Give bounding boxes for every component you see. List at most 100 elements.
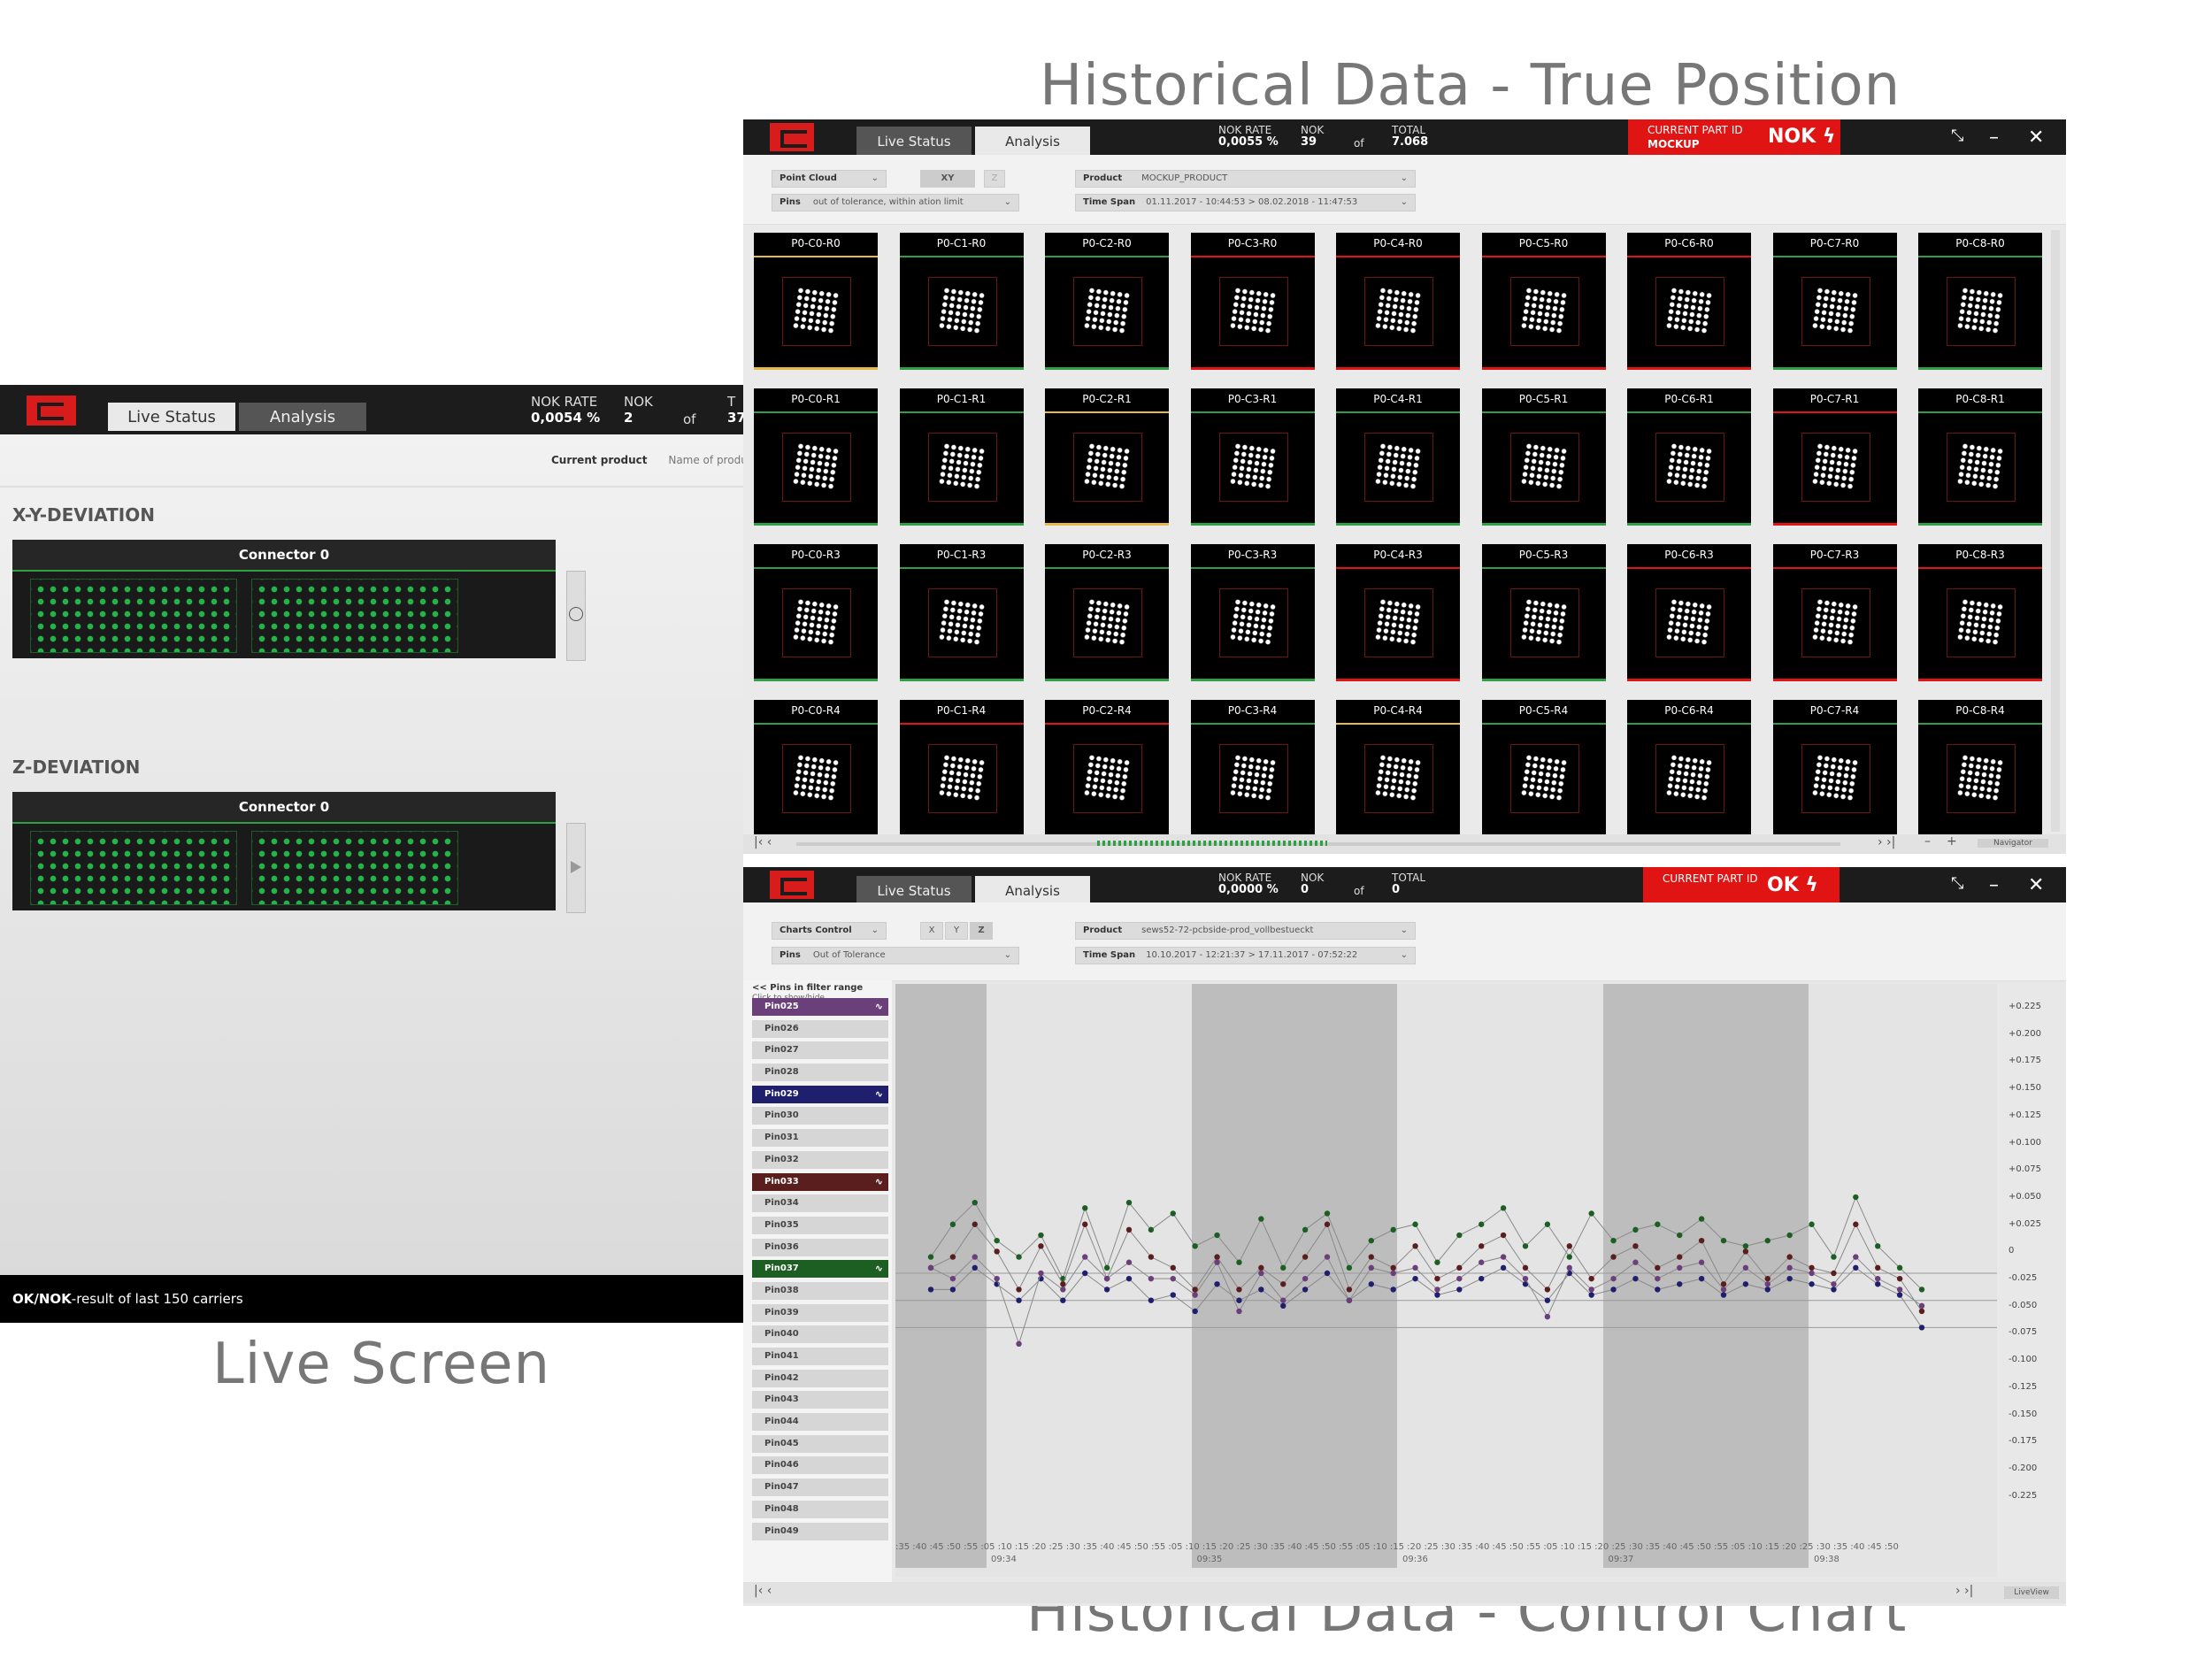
data-point[interactable]	[1412, 1264, 1418, 1271]
data-point[interactable]	[1192, 1243, 1198, 1249]
data-point[interactable]	[1324, 1270, 1331, 1277]
data-point[interactable]	[1632, 1243, 1639, 1249]
pin-item[interactable]: Pin033	[752, 1172, 888, 1191]
data-point[interactable]	[1324, 1221, 1331, 1227]
data-point[interactable]	[1148, 1275, 1155, 1282]
data-point[interactable]	[1544, 1313, 1551, 1320]
data-point[interactable]	[1302, 1254, 1309, 1260]
z-connector-panel[interactable]: Connector 0	[12, 792, 556, 910]
data-point[interactable]	[1434, 1292, 1440, 1298]
pin-item[interactable]: Pin039	[752, 1303, 888, 1322]
data-point[interactable]	[972, 1264, 978, 1271]
data-point[interactable]	[1390, 1226, 1396, 1233]
data-point[interactable]	[1896, 1292, 1903, 1298]
point-cloud-cell[interactable]: P0-C3-R3	[1190, 544, 1315, 681]
xy-connector-panel[interactable]: Connector 0	[12, 540, 556, 658]
data-point[interactable]	[1831, 1270, 1837, 1277]
data-point[interactable]	[1082, 1221, 1088, 1227]
pin-item[interactable]: Pin044	[752, 1413, 888, 1432]
data-point[interactable]	[1170, 1264, 1176, 1271]
point-cloud-cell[interactable]: P0-C0-R0	[754, 233, 878, 370]
data-point[interactable]	[1853, 1264, 1859, 1271]
data-point[interactable]	[1655, 1264, 1661, 1271]
point-cloud-cell[interactable]: P0-C4-R0	[1336, 233, 1460, 370]
point-cloud-cell[interactable]: P0-C2-R3	[1045, 544, 1169, 681]
data-point[interactable]	[1368, 1281, 1374, 1287]
point-cloud-cell[interactable]: P0-C6-R3	[1627, 544, 1751, 681]
data-point[interactable]	[1809, 1270, 1815, 1277]
tab-live-status[interactable]: Live Status	[856, 127, 972, 155]
data-point[interactable]	[1764, 1275, 1770, 1282]
data-point[interactable]	[1456, 1264, 1463, 1271]
data-point[interactable]	[1368, 1264, 1374, 1271]
xy-side-handle[interactable]	[566, 571, 586, 661]
data-point[interactable]	[1566, 1243, 1572, 1249]
data-point[interactable]	[1060, 1297, 1066, 1303]
point-cloud-cell[interactable]: P0-C5-R0	[1481, 233, 1606, 370]
data-point[interactable]	[1125, 1259, 1133, 1265]
data-point[interactable]	[1060, 1286, 1066, 1293]
last-page-icon[interactable]: › ›|	[1878, 835, 1895, 849]
data-point[interactable]	[1302, 1286, 1309, 1293]
pin-item[interactable]: Pin045	[752, 1434, 888, 1453]
data-point[interactable]	[1214, 1254, 1220, 1260]
compress-icon[interactable]: ⤡	[1951, 127, 1963, 145]
pin-item[interactable]: Pin027	[752, 1041, 888, 1060]
data-point[interactable]	[1148, 1226, 1155, 1233]
data-point[interactable]	[1148, 1254, 1155, 1260]
z-side-handle[interactable]	[566, 823, 586, 913]
data-point[interactable]	[1655, 1221, 1661, 1227]
data-point[interactable]	[1896, 1264, 1903, 1271]
point-cloud-cell[interactable]: P0-C8-R3	[1918, 544, 2042, 681]
pin-item[interactable]: Pin046	[752, 1456, 888, 1475]
navigator-toggle[interactable]: Navigator	[1978, 839, 2048, 848]
zoom-in-icon[interactable]: +	[1947, 834, 1957, 849]
data-point[interactable]	[1236, 1308, 1242, 1315]
data-point[interactable]	[1742, 1248, 1749, 1255]
data-point[interactable]	[1566, 1254, 1572, 1260]
data-point[interactable]	[1103, 1286, 1110, 1293]
point-cloud-cell[interactable]: P0-C8-R0	[1918, 233, 2042, 370]
grid-scrollbar[interactable]	[2051, 230, 2060, 832]
data-point[interactable]	[1434, 1286, 1440, 1293]
pin-item[interactable]: Pin048	[752, 1500, 888, 1518]
pin-item[interactable]: Pin042	[752, 1369, 888, 1387]
data-point[interactable]	[1896, 1286, 1903, 1293]
data-point[interactable]	[1655, 1286, 1661, 1293]
data-point[interactable]	[1720, 1286, 1727, 1293]
point-cloud-cell[interactable]: P0-C6-R0	[1627, 233, 1751, 370]
data-point[interactable]	[1831, 1254, 1837, 1260]
data-point[interactable]	[1258, 1264, 1264, 1271]
point-cloud-cell[interactable]: P0-C0-R4	[754, 700, 878, 837]
data-point[interactable]	[1500, 1205, 1507, 1211]
data-point[interactable]	[1544, 1297, 1551, 1303]
minimize-icon[interactable]: –	[1989, 874, 1999, 896]
data-point[interactable]	[1456, 1286, 1463, 1293]
point-cloud-cell[interactable]: P0-C5-R4	[1481, 700, 1606, 837]
data-point[interactable]	[1610, 1275, 1617, 1282]
tab-live-status[interactable]: Live Status	[856, 876, 972, 904]
data-point[interactable]	[1566, 1264, 1572, 1271]
product-select[interactable]: Product MOCKUP_PRODUCT ⌄	[1075, 170, 1416, 188]
data-point[interactable]	[927, 1254, 934, 1260]
data-point[interactable]	[1258, 1286, 1264, 1293]
data-point[interactable]	[1809, 1221, 1815, 1227]
data-point[interactable]	[1082, 1254, 1088, 1260]
data-point[interactable]	[1412, 1221, 1418, 1227]
data-point[interactable]	[1456, 1232, 1463, 1239]
minimize-icon[interactable]: –	[1989, 127, 1999, 149]
data-point[interactable]	[1786, 1264, 1793, 1271]
point-cloud-cell[interactable]: P0-C7-R1	[1772, 388, 1897, 526]
data-point[interactable]	[1280, 1281, 1286, 1287]
point-cloud-cell[interactable]: P0-C1-R4	[899, 700, 1024, 837]
data-point[interactable]	[1632, 1226, 1639, 1233]
data-point[interactable]	[1214, 1281, 1220, 1287]
last-page-icon[interactable]: › ›|	[1955, 1584, 1973, 1598]
data-point[interactable]	[1522, 1275, 1529, 1282]
data-point[interactable]	[1479, 1259, 1485, 1265]
point-cloud-cell[interactable]: P0-C1-R0	[899, 233, 1024, 370]
data-point[interactable]	[1588, 1286, 1594, 1293]
data-point[interactable]	[1479, 1275, 1485, 1282]
data-point[interactable]	[1720, 1237, 1727, 1244]
pin-item[interactable]: Pin029	[752, 1085, 888, 1103]
